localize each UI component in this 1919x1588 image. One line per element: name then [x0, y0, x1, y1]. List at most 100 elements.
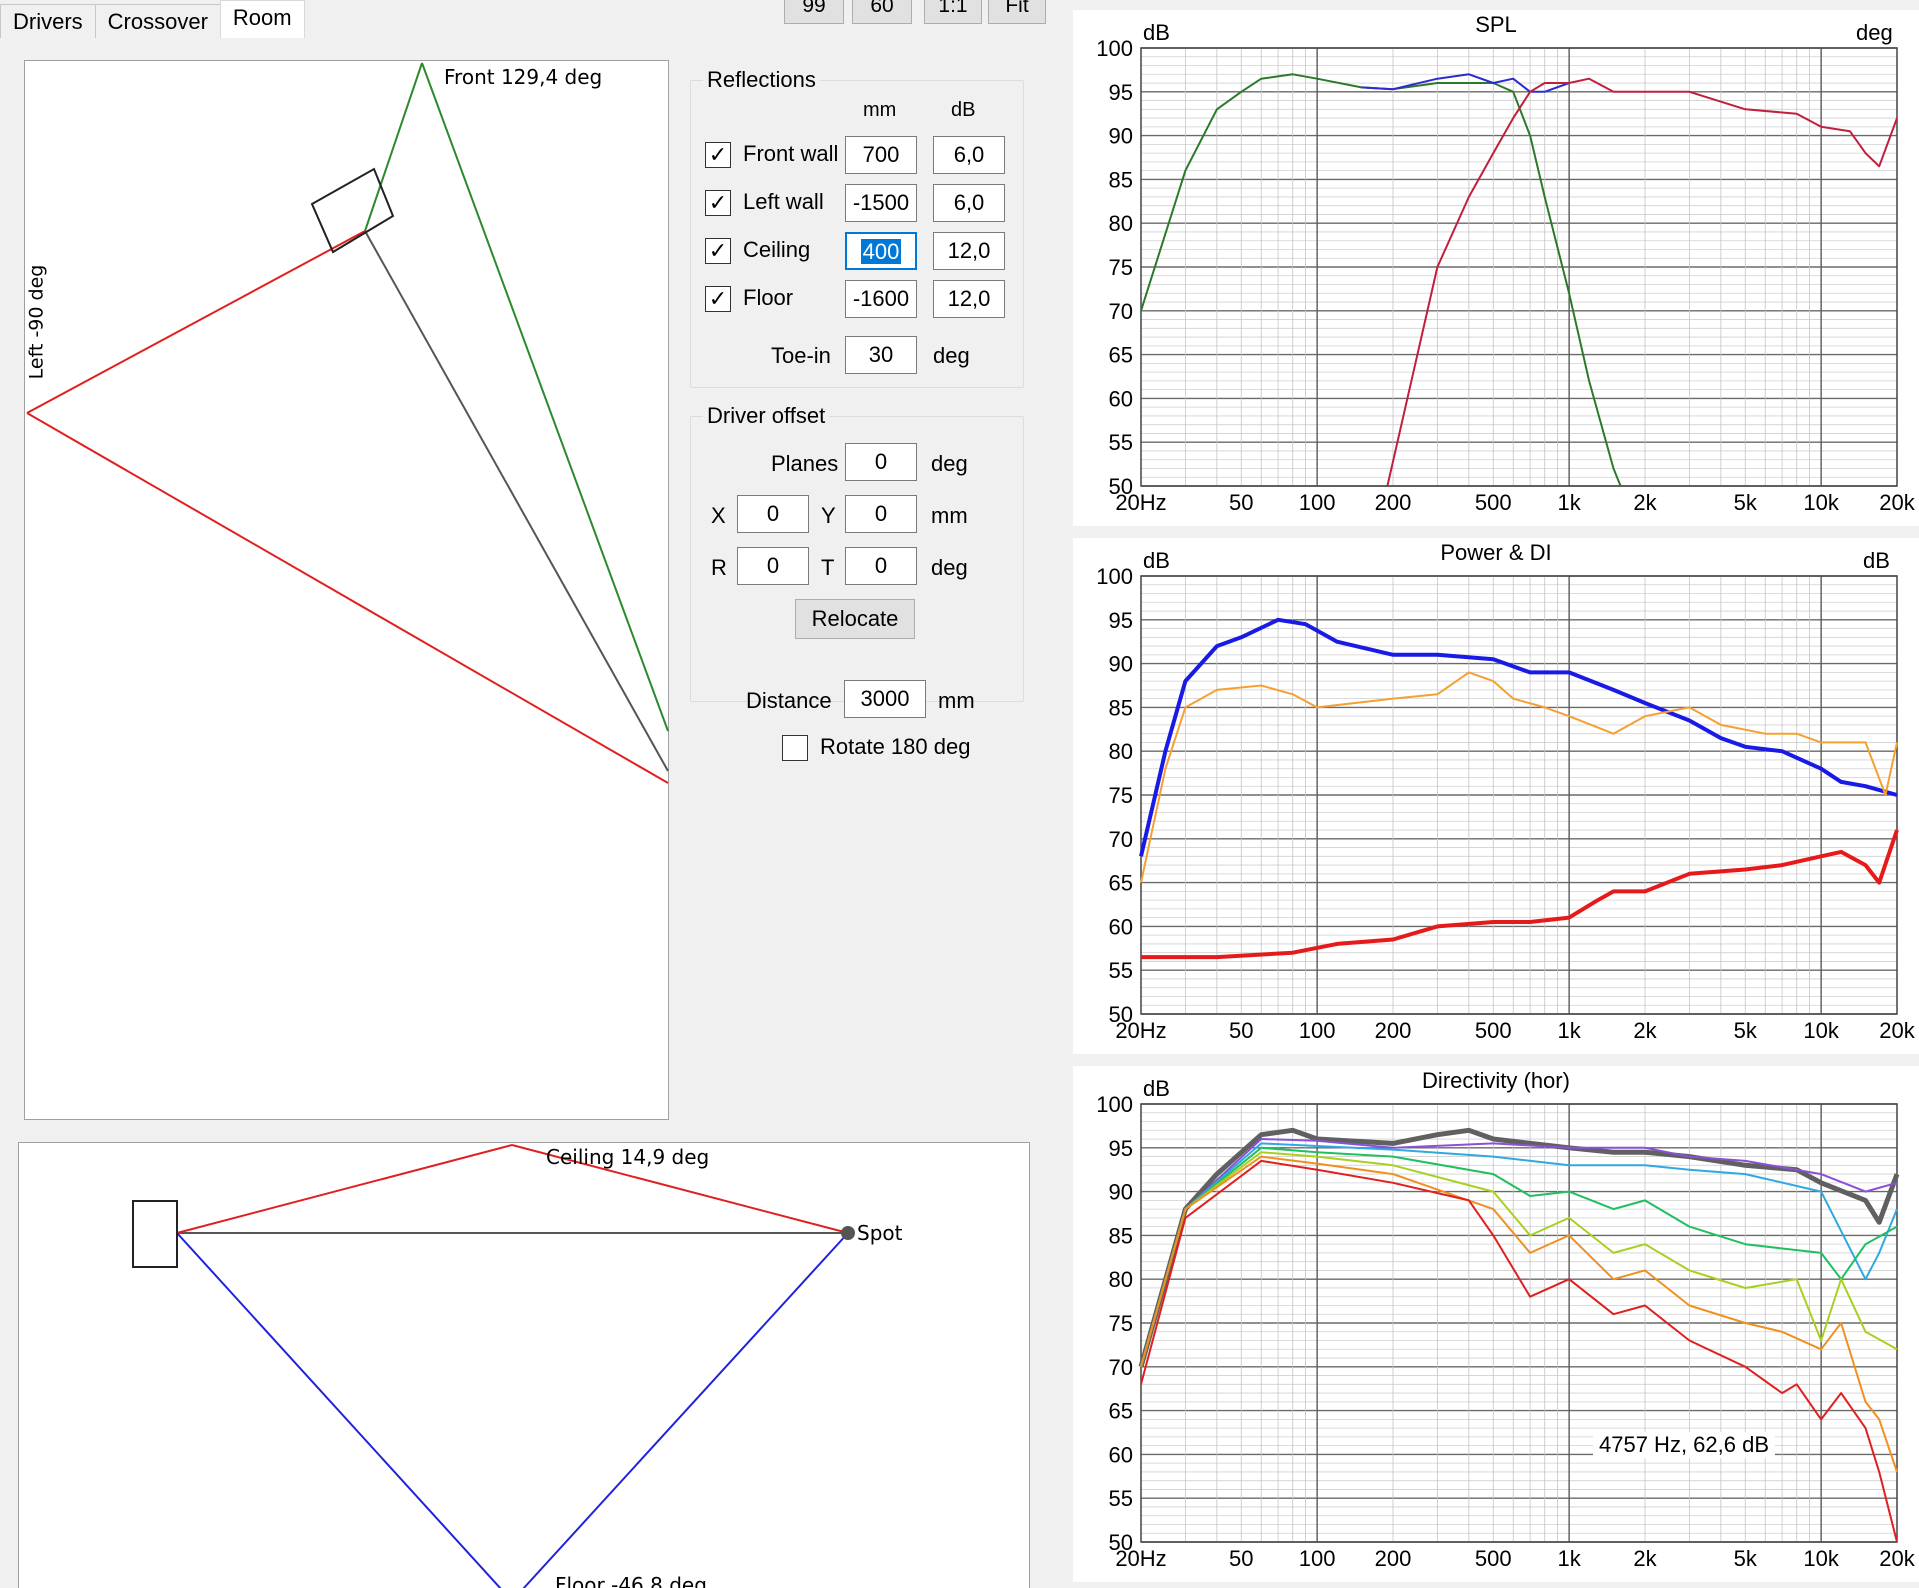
tab-drivers[interactable]: Drivers	[0, 4, 96, 38]
series-line	[1140, 1151, 1898, 1368]
spl-plot-title: SPL	[1475, 12, 1517, 37]
front-wall-checkbox[interactable]: ✓	[705, 142, 731, 168]
direct-ray	[364, 230, 669, 772]
xy-unit: mm	[931, 503, 968, 528]
y-tick-label: 65	[1109, 343, 1133, 368]
series-line	[1139, 617, 1898, 857]
x-tick-label: 100	[1299, 490, 1336, 515]
x-tick-label: 1k	[1558, 1546, 1582, 1571]
y-offset-input[interactable]: 0	[845, 495, 917, 533]
left-wall-mm-input[interactable]: -1500	[845, 184, 917, 222]
x-tick-label: 20Hz	[1115, 1546, 1166, 1571]
y-tick-label: 70	[1109, 827, 1133, 852]
x-tick-label: 100	[1299, 1546, 1336, 1571]
tab-strip: Drivers Crossover Room	[0, 0, 305, 38]
zoom-99-button[interactable]: 99	[784, 0, 844, 24]
room-tab-panel: Front 129,4 deg Left -90 deg Ceiling 14,…	[0, 38, 1050, 1588]
ceiling-db-input[interactable]: 12,0	[933, 232, 1005, 270]
floor-db-input[interactable]: 12,0	[933, 280, 1005, 318]
rt-unit: deg	[931, 555, 968, 580]
planes-input[interactable]: 0	[845, 443, 917, 481]
y-tick-label: 65	[1109, 1399, 1133, 1424]
front-wall-db-input[interactable]: 6,0	[933, 136, 1005, 174]
listening-spot[interactable]	[841, 1226, 855, 1240]
directivity-plot-canvas: 1009590858075706560555020Hz 50 100 200 500 1k…	[1096, 1092, 1915, 1571]
series-line	[1140, 1146, 1898, 1368]
x-tick-label: 50	[1229, 1546, 1253, 1571]
relocate-button[interactable]: Relocate	[795, 599, 915, 639]
y-tick-label: 95	[1109, 1136, 1133, 1161]
x-tick-label: 20k	[1879, 490, 1915, 515]
ceiling-checkbox[interactable]: ✓	[705, 238, 731, 264]
front-wall-mm-input[interactable]: 700	[845, 136, 917, 174]
y-tick-label: 60	[1109, 386, 1133, 411]
rotate-180-checkbox[interactable]	[782, 735, 808, 761]
x-tick-label: 2k	[1633, 1546, 1657, 1571]
toe-in-input[interactable]: 30	[845, 336, 917, 374]
y-tick-label: 85	[1109, 695, 1133, 720]
left-wall-db-input[interactable]: 6,0	[933, 184, 1005, 222]
distance-input[interactable]: 3000	[844, 680, 926, 718]
x-tick-label: 10k	[1803, 490, 1839, 515]
y-tick-label: 55	[1109, 958, 1133, 983]
zoom-60-button[interactable]: 60	[852, 0, 912, 24]
x-tick-label: 20k	[1879, 1018, 1915, 1043]
zoom-1to1-button[interactable]: 1:1	[924, 0, 982, 24]
reflections-title: Reflections	[703, 67, 820, 93]
x-tick-label: 500	[1475, 490, 1512, 515]
power-y-unit: dB	[1143, 548, 1170, 573]
side-view[interactable]: Ceiling 14,9 deg Spot Floor -46,8 deg	[18, 1142, 1030, 1588]
spl-y-unit: dB	[1143, 20, 1170, 45]
x-tick-label: 2k	[1633, 490, 1657, 515]
x-tick-label: 200	[1375, 490, 1412, 515]
floor-mm-input[interactable]: -1600	[845, 280, 917, 318]
y-tick-label: 60	[1109, 914, 1133, 939]
y-tick-label: 95	[1109, 608, 1133, 633]
grid	[1140, 575, 1898, 1015]
t-offset-input[interactable]: 0	[845, 547, 917, 585]
ceiling-mm-input[interactable]: 400	[845, 232, 917, 270]
toe-in-label: Toe-in	[771, 343, 831, 368]
tab-room[interactable]: Room	[219, 0, 305, 38]
directivity-plot[interactable]: 100 95 90 85 80 75 70 65 60 55 50 20Hz 50 100 200 500 1k…	[1073, 1066, 1919, 1582]
x-tick-label: 100	[1299, 1018, 1336, 1043]
tab-crossover[interactable]: Crossover	[94, 4, 221, 38]
y-tick-label: 90	[1109, 1180, 1133, 1205]
mm-column-header: mm	[863, 99, 897, 121]
y-tick-label: 85	[1109, 1223, 1133, 1248]
spl-y2-unit: deg	[1856, 20, 1893, 45]
rotate-180-label: Rotate 180 deg	[820, 734, 971, 759]
distance-label: Distance	[746, 688, 832, 713]
ceiling-reflection-ray	[176, 1144, 513, 1234]
y-tick-label: 75	[1109, 255, 1133, 280]
x-tick-label: 20k	[1879, 1546, 1915, 1571]
x-tick-label: 2k	[1633, 1018, 1657, 1043]
directivity-plot-title: Directivity (hor)	[1422, 1068, 1570, 1093]
x-tick-label: 5k	[1734, 1018, 1758, 1043]
y-tick-label: 85	[1109, 167, 1133, 192]
x-tick-label: 500	[1475, 1546, 1512, 1571]
top-view-drawing	[26, 62, 669, 784]
x-tick-label: 10k	[1803, 1546, 1839, 1571]
x-offset-input[interactable]: 0	[737, 495, 809, 533]
top-view[interactable]: Front 129,4 deg Left -90 deg	[24, 60, 669, 1120]
power-di-plot[interactable]: 100 95 90 85 80 75 70 65 60 55 50 20Hz 50 100 200 500 1k…	[1073, 538, 1919, 1054]
y-tick-label: 100	[1096, 1092, 1133, 1117]
floor-reflection-ray	[522, 1232, 849, 1588]
r-label: R	[711, 555, 727, 580]
x-tick-label: 200	[1375, 1546, 1412, 1571]
fit-button[interactable]: Fit	[988, 0, 1046, 24]
floor-reflection-ray	[176, 1232, 502, 1588]
x-tick-label: 5k	[1734, 1546, 1758, 1571]
x-tick-label: 1k	[1558, 1018, 1582, 1043]
y-label: Y	[821, 503, 836, 528]
left-wall-checkbox[interactable]: ✓	[705, 190, 731, 216]
r-offset-input[interactable]: 0	[737, 547, 809, 585]
x-tick-label: 20Hz	[1115, 490, 1166, 515]
x-tick-label: 50	[1229, 1018, 1253, 1043]
speaker-box[interactable]	[132, 1200, 178, 1268]
x-tick-label: 20Hz	[1115, 1018, 1166, 1043]
floor-checkbox[interactable]: ✓	[705, 286, 731, 312]
y-tick-label: 55	[1109, 430, 1133, 455]
spl-plot[interactable]: 100 95 90 85 80 75 70 65 60 55 50 20Hz 50 100 200 500 1k…	[1073, 10, 1919, 526]
